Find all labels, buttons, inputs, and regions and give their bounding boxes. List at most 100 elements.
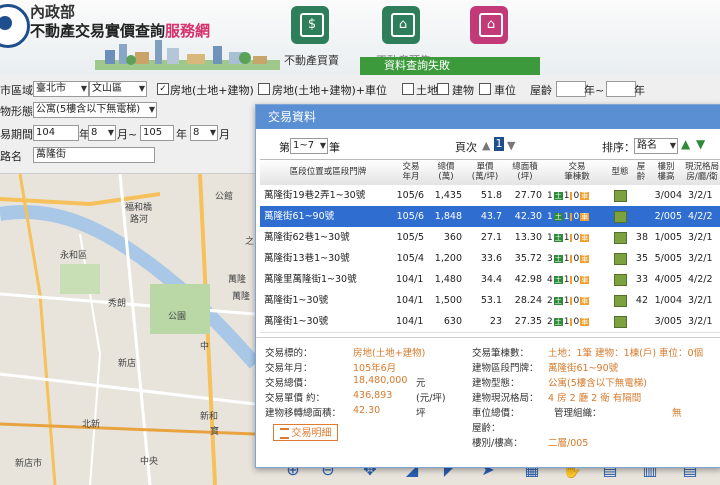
current-page-number[interactable]: 1	[494, 137, 504, 151]
land-badge: 土	[553, 255, 563, 263]
table-row[interactable]: 萬隆街1~30號 104/10 630 23 27.35 3/005 3/2/1 2土10車	[260, 311, 720, 333]
col-trade-date[interactable]: 交易 年月	[396, 162, 426, 182]
building-type-icon[interactable]	[614, 274, 627, 286]
site-header: 內政部 不動產交易實價查詢服務網 $ ⌂ ⌂ 不動產買賣 不動產預售 資料查詢失…	[0, 0, 720, 75]
road-name-label: 路名	[0, 150, 22, 163]
col-age[interactable]: 屋 齡	[633, 162, 649, 182]
detail-count-label: 交易筆棟數：	[472, 348, 530, 359]
cell-trade-date: 105/6	[396, 190, 424, 201]
month-from-select[interactable]: 8	[88, 125, 116, 141]
table-row[interactable]: 萬隆街19巷2弄1~30號 105/6 1,435 51.8 27.70 3/004 3/2…	[260, 185, 720, 207]
grid-header: 區段位置或區段門牌 交易 年月 總價 (萬) 單價 (萬/坪) 總面積 (坪) …	[260, 159, 720, 187]
sort-descending-icon[interactable]: ▼	[696, 137, 705, 151]
building-type-icon[interactable]	[614, 232, 627, 244]
sort-label: 排序：	[602, 141, 635, 154]
land-building-label: 房地(土地+建物)	[170, 84, 254, 97]
cell-floor: 1/005	[654, 232, 682, 243]
table-row[interactable]: 萬隆里萬隆街1~30號 104/12 1,480 34.4 42.98 33 4/005 4/…	[260, 269, 720, 291]
table-row[interactable]: 萬隆街62巷1~30號 105/5 360 27.1 13.30 38 1/005 3/2/1…	[260, 227, 720, 249]
page-prev-icon[interactable]: ▲	[482, 139, 490, 152]
land-badge: 土	[553, 234, 563, 242]
cell-address: 萬隆街1~30號	[264, 316, 329, 327]
cell-unit-price: 23	[489, 316, 502, 327]
parking-checkbox[interactable]	[479, 83, 491, 95]
building-type-icon[interactable]	[614, 253, 627, 265]
nav-rental-button[interactable]: ⌂	[470, 6, 508, 44]
building-checkbox[interactable]	[437, 83, 449, 95]
year-to-input[interactable]: 105	[140, 125, 174, 141]
land-count: 4	[547, 275, 553, 285]
parking-badge: 車	[580, 255, 590, 263]
detail-count-value: 土地：1筆 建物：1棟(戶) 車位：0個	[548, 348, 704, 359]
city-select[interactable]: 臺北市	[33, 81, 89, 97]
col-layout[interactable]: 現況格局 房/廳/衛	[682, 162, 720, 182]
building-type-icon[interactable]	[614, 190, 627, 202]
trade-detail-button[interactable]: 交易明細	[273, 424, 338, 441]
map-label-xinhe: 新和	[200, 412, 219, 422]
road-name-input[interactable]: 萬隆街	[33, 147, 155, 163]
month-to-select[interactable]: 8	[190, 125, 218, 141]
page-prefix-label: 第	[279, 141, 290, 154]
building-count: 1	[563, 275, 570, 285]
dialog-title-bar[interactable]: 交易資料	[256, 105, 720, 129]
detail-type-label: 建物型態：	[472, 378, 520, 389]
land-checkbox[interactable]	[402, 83, 414, 95]
cell-total-price: 1,200	[434, 253, 462, 264]
detail-unit-price-value: 436,893	[353, 390, 393, 401]
cell-floor: 2/005	[654, 211, 682, 222]
cell-address: 萬隆街62巷1~30號	[264, 232, 350, 243]
col-floor[interactable]: 樓別 樓高	[650, 162, 682, 182]
cell-total-price: 1,480	[434, 274, 462, 285]
nav-presale-button[interactable]: ⌂	[382, 6, 420, 44]
ministry-name: 內政部	[30, 3, 76, 21]
cell-trade-date: 104/12	[396, 274, 424, 285]
sort-ascending-icon[interactable]: ▲	[681, 137, 690, 151]
house-key-icon: ⌂	[479, 13, 503, 37]
sort-select[interactable]: 路名	[634, 138, 678, 154]
col-total-price[interactable]: 總價 (萬)	[428, 162, 464, 182]
cell-floor: 3/004	[654, 190, 682, 201]
land-count: 1	[547, 191, 553, 201]
col-address[interactable]: 區段位置或區段門牌	[260, 167, 396, 177]
record-range-select[interactable]: 1~7	[290, 138, 328, 154]
building-type-icon[interactable]	[614, 316, 627, 328]
district-select[interactable]: 文山區	[89, 81, 147, 97]
land-badge: 土	[553, 297, 563, 305]
cell-layout: 3/2/1	[688, 190, 713, 201]
detail-target-label: 交易標的：	[265, 348, 313, 359]
building-type-icon[interactable]	[614, 295, 627, 307]
parking-label: 車位	[494, 84, 516, 97]
building-type-select[interactable]: 公寓(5樓含以下無電梯)	[33, 102, 157, 118]
parking-count: 0	[573, 212, 580, 222]
land-building-parking-checkbox[interactable]	[258, 83, 270, 95]
table-row[interactable]: 萬隆街13巷1~30號 105/4 1,200 33.6 35.72 35 5/005 3/2…	[260, 248, 720, 270]
nav-real-estate-label[interactable]: 不動產買賣	[284, 52, 339, 68]
col-total-area[interactable]: 總面積 (坪)	[506, 162, 544, 182]
building-type-icon[interactable]	[614, 211, 627, 223]
building-count: 1	[563, 317, 570, 327]
col-trade-count[interactable]: 交易 筆棟數	[545, 162, 609, 182]
cell-floor: 4/005	[654, 274, 682, 285]
year-from-input[interactable]: 104	[33, 125, 79, 141]
map-label-xindian-city: 新店市	[15, 459, 43, 469]
trade-detail-button-label: 交易明細	[291, 428, 332, 439]
list-icon	[279, 427, 289, 439]
table-row[interactable]: 萬隆街61~90號 105/6 1,848 43.7 42.30 2/005 4/2/2 1 土…	[260, 206, 720, 228]
cell-unit-price: 43.7	[480, 211, 502, 222]
building-count: 1	[563, 191, 570, 201]
land-building-checkbox[interactable]: ✓	[157, 83, 169, 95]
land-badge: 土	[553, 276, 563, 284]
table-row[interactable]: 萬隆街1~30號 104/11 1,500 53.1 28.24 42 1/004 3/2/1…	[260, 290, 720, 312]
cell-trade-count: 2土10車	[547, 311, 607, 332]
age-to-label: 年~	[584, 84, 605, 97]
parking-badge: 車	[580, 192, 590, 200]
age-to-input[interactable]	[606, 81, 636, 97]
cell-address: 萬隆街19巷2弄1~30號	[264, 190, 366, 201]
page-next-icon[interactable]: ▼	[507, 139, 515, 152]
nav-real-estate-button[interactable]: $	[291, 6, 329, 44]
col-building-type[interactable]: 型態	[609, 167, 631, 177]
col-unit-price[interactable]: 單價 (萬/坪)	[466, 162, 504, 182]
cell-age	[632, 185, 648, 206]
age-from-input[interactable]	[556, 81, 586, 97]
parking-badge: 車	[580, 318, 590, 326]
